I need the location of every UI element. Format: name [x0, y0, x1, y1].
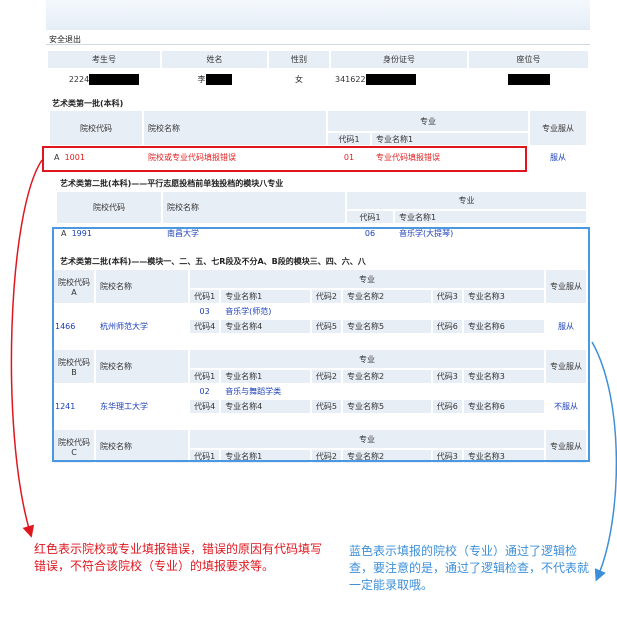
blue-arrow: [591, 341, 617, 582]
annotation-arrows: [10, 159, 617, 582]
red-arrow: [10, 159, 43, 538]
red-explanation-note: 红色表示院校或专业填报错误，错误的原因有代码填写错误，不符合该院校（专业）的填报…: [34, 542, 323, 573]
blue-explanation-note: 蓝色表示填报的院校（专业）通过了逻辑检查，要注意的是，通过了逻辑检查，不代表就一…: [349, 544, 590, 592]
